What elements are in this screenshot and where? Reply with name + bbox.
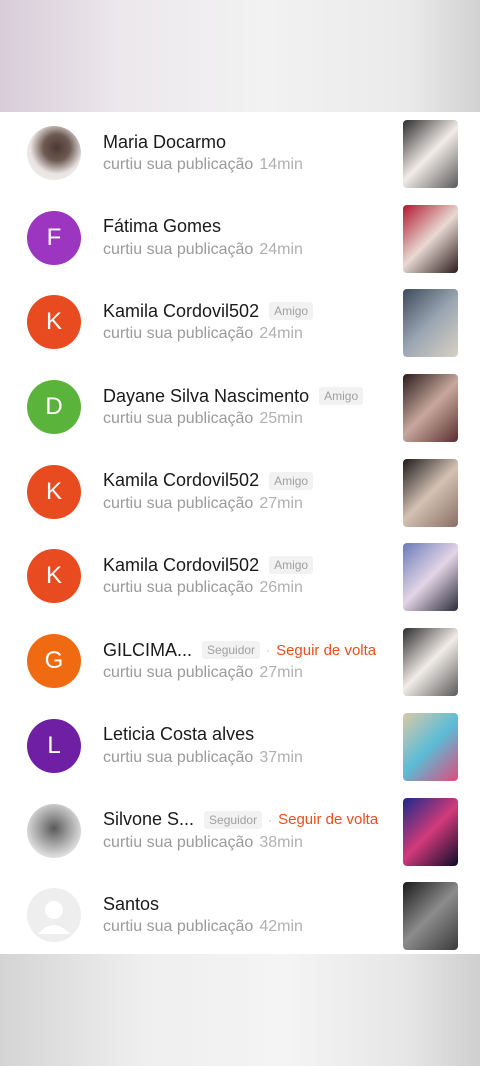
timestamp: 24min (259, 240, 303, 258)
timestamp: 14min (259, 156, 303, 173)
follower-badge: Seguidor (202, 641, 261, 660)
friend-badge: Amigo (269, 471, 314, 490)
avatar-initial: K (45, 477, 62, 505)
avatar[interactable]: G (27, 634, 81, 689)
avatar[interactable] (27, 126, 81, 180)
notification-text: curtiu sua publicação 27min (103, 664, 303, 682)
avatar-initial: L (47, 731, 61, 759)
notification-text: curtiu sua publicação 24min (103, 241, 303, 259)
avatar[interactable]: L (27, 718, 81, 773)
post-thumbnail[interactable] (403, 289, 458, 358)
notification-row[interactable]: G GILCIMA... Seguidor · Seguir de volta … (0, 620, 480, 705)
avatar[interactable] (27, 803, 81, 858)
default-user-icon (38, 901, 70, 935)
notification-row[interactable]: K Kamila Cordovil502 Amigo curtiu sua pu… (0, 451, 480, 536)
user-name[interactable]: Maria Docarmo (103, 132, 226, 153)
follower-badge: Seguidor (204, 810, 263, 829)
notification-row[interactable]: K Kamila Cordovil502 Amigo curtiu sua pu… (0, 281, 480, 366)
post-thumbnail[interactable] (403, 543, 458, 612)
avatar-initial: G (44, 647, 64, 675)
avatar-initial: K (45, 562, 62, 590)
avatar[interactable] (27, 888, 81, 943)
action-text: curtiu sua publicação (103, 579, 254, 597)
notification-list: Maria Docarmo curtiu sua publicação 14min… (0, 112, 480, 954)
user-name[interactable]: Fátima Gomes (103, 216, 221, 237)
action-text: curtiu sua publicação (103, 240, 254, 258)
avatar[interactable]: K (27, 295, 81, 350)
user-name[interactable]: Leticia Costa alves (103, 724, 254, 745)
avatar[interactable]: F (27, 210, 81, 265)
bottom-blurred-overlay (0, 954, 480, 1066)
notification-text: curtiu sua publicação 27min (103, 495, 303, 513)
post-thumbnail[interactable] (403, 628, 458, 697)
post-thumbnail[interactable] (403, 882, 458, 951)
post-thumbnail[interactable] (403, 458, 458, 527)
post-thumbnail[interactable] (403, 204, 458, 273)
notification-row[interactable]: Santos curtiu sua publicação 42min (0, 874, 480, 959)
friend-badge: Amigo (319, 387, 364, 406)
avatar[interactable]: D (27, 380, 81, 435)
notification-text: curtiu sua publicação 24min (103, 325, 303, 343)
friend-badge: Amigo (269, 556, 314, 575)
friend-badge: Amigo (269, 302, 314, 321)
follow-back-button[interactable]: Seguir de volta (278, 811, 378, 828)
action-text: curtiu sua publicação (103, 494, 254, 512)
timestamp: 26min (259, 579, 303, 597)
timestamp: 42min (259, 918, 303, 936)
post-thumbnail[interactable] (403, 797, 458, 866)
user-name[interactable]: Dayane Silva Nascimento (103, 386, 309, 407)
user-name[interactable]: GILCIMA... (103, 640, 192, 661)
notification-row[interactable]: F Fátima Gomes curtiu sua publicação 24mi… (0, 197, 480, 282)
timestamp: 38min (259, 833, 303, 851)
avatar[interactable]: K (27, 464, 81, 519)
user-name[interactable]: Santos (103, 894, 159, 915)
follow-back-button[interactable]: Seguir de volta (276, 642, 376, 659)
separator-dot: · (266, 643, 271, 658)
notification-text: curtiu sua publicação 38min (103, 834, 303, 852)
timestamp: 27min (259, 494, 303, 512)
notification-text: curtiu sua publicação 25min (103, 410, 303, 428)
notification-text: curtiu sua publicação 37min (103, 749, 303, 767)
post-thumbnail[interactable] (403, 712, 458, 781)
separator-dot: · (268, 812, 273, 827)
post-thumbnail[interactable] (403, 120, 458, 188)
timestamp: 25min (259, 410, 303, 428)
avatar-initial: F (46, 223, 62, 251)
user-name[interactable]: Kamila Cordovil502 (103, 555, 259, 576)
timestamp: 37min (259, 748, 303, 766)
action-text: curtiu sua publicação (103, 156, 254, 173)
action-text: curtiu sua publicação (103, 664, 254, 682)
notification-row[interactable]: Silvone S... Seguidor · Seguir de volta … (0, 790, 480, 875)
action-text: curtiu sua publicação (103, 325, 254, 343)
user-name[interactable]: Silvone S... (103, 809, 194, 830)
user-name[interactable]: Kamila Cordovil502 (103, 301, 259, 322)
notification-text: curtiu sua publicação 42min (103, 918, 303, 936)
notification-row[interactable]: L Leticia Costa alves curtiu sua publica… (0, 705, 480, 790)
notification-row[interactable]: D Dayane Silva Nascimento Amigo curtiu s… (0, 366, 480, 451)
notification-text: curtiu sua publicação 14min (103, 156, 303, 174)
top-blurred-overlay (0, 0, 480, 112)
notification-row[interactable]: K Kamila Cordovil502 Amigo curtiu sua pu… (0, 535, 480, 620)
user-name[interactable]: Kamila Cordovil502 (103, 470, 259, 491)
timestamp: 27min (259, 664, 303, 682)
notification-row[interactable]: Maria Docarmo curtiu sua publicação 14min (0, 112, 480, 197)
avatar-initial: D (45, 393, 63, 421)
avatar-initial: K (45, 308, 62, 336)
avatar[interactable]: K (27, 549, 81, 604)
timestamp: 24min (259, 325, 303, 343)
post-thumbnail[interactable] (403, 374, 458, 443)
action-text: curtiu sua publicação (103, 410, 254, 428)
action-text: curtiu sua publicação (103, 833, 254, 851)
notification-text: curtiu sua publicação 26min (103, 579, 303, 597)
action-text: curtiu sua publicação (103, 918, 254, 936)
action-text: curtiu sua publicação (103, 748, 254, 766)
